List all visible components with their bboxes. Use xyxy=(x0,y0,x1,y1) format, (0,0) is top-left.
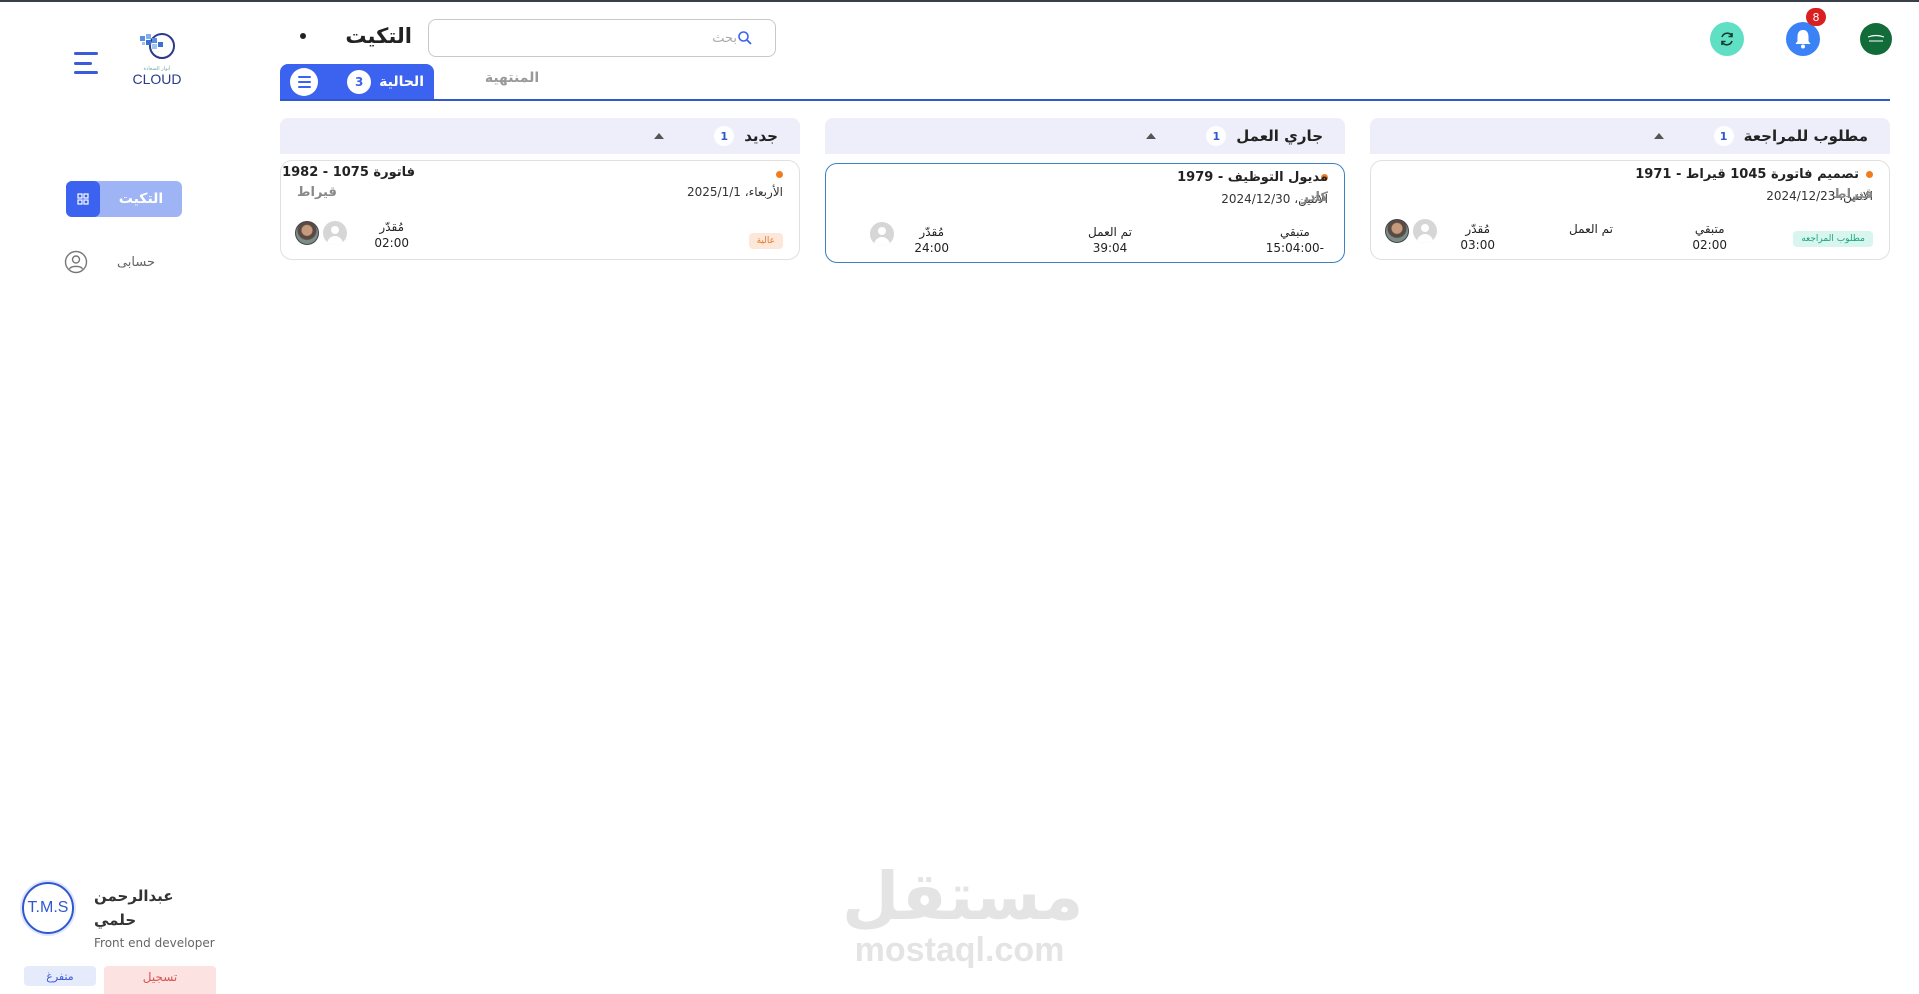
language-flag-icon[interactable] xyxy=(1860,23,1892,55)
menu-toggle-icon[interactable] xyxy=(74,52,100,74)
ticket-project: قيراط xyxy=(297,185,337,200)
remaining-label: متبقي xyxy=(1280,225,1310,239)
column-header[interactable]: جاري العمل 1 xyxy=(825,118,1345,154)
logo-text: CLOUD xyxy=(132,71,182,87)
column-review: مطلوب للمراجعة 1 تصميم فاتورة 1045 قيراط… xyxy=(1370,118,1890,260)
caret-up-icon[interactable] xyxy=(1653,133,1664,139)
tab-count-badge: 3 xyxy=(347,70,372,94)
column-header[interactable]: مطلوب للمراجعة 1 xyxy=(1370,118,1890,154)
column-in-progress: جاري العمل 1 مديول التوظيف - 1979 الاثني… xyxy=(825,118,1345,263)
watermark-arabic: مستقل xyxy=(842,858,1084,935)
status-badge[interactable]: متفرغ xyxy=(24,966,96,986)
remaining-value: -15:04:00 xyxy=(1265,241,1324,255)
ticket-project: قيراط xyxy=(1833,187,1873,202)
title-dot xyxy=(300,33,306,39)
worked-time: تم العمل xyxy=(1569,221,1613,237)
caret-up-icon[interactable] xyxy=(1146,133,1157,139)
estimated-value: 24:00 xyxy=(914,241,949,255)
cloud-logo-icon xyxy=(140,33,175,59)
worked-value: 39:04 xyxy=(1092,241,1128,255)
remaining-time: متبقي -15:04:00 xyxy=(1266,224,1324,256)
column-name: مطلوب للمراجعة xyxy=(1743,127,1868,145)
estimated-time: مُقدّر 24:00 xyxy=(914,224,949,256)
sidebar-item-account[interactable]: حسابى xyxy=(64,250,184,274)
ticket-title: مديول التوظيف - 1979 xyxy=(1177,170,1328,185)
user-profile: T.M.S عبدالرحمن حلمي Front end developer xyxy=(22,882,252,950)
tab-current[interactable]: الحالية 3 xyxy=(280,64,434,100)
tabs-underline xyxy=(280,99,1890,101)
remaining-label: متبقي xyxy=(1694,222,1725,236)
ticket-card[interactable]: مديول التوظيف - 1979 الاثنين، 2024/12/30… xyxy=(825,163,1345,263)
tab-finished[interactable]: المنتهية xyxy=(470,70,554,94)
column-count-badge: 1 xyxy=(1713,126,1734,146)
app-logo[interactable]: أنوار السعادة CLOUD xyxy=(130,30,184,88)
top-border xyxy=(0,0,1919,2)
user-role: Front end developer xyxy=(94,936,215,950)
column-header[interactable]: جديد 1 xyxy=(280,118,800,154)
sidebar: أنوار السعادة CLOUD التكيت حسابى T.M.S ع… xyxy=(0,2,270,994)
log-button[interactable]: تسجيل xyxy=(104,966,216,994)
caret-up-icon[interactable] xyxy=(654,133,665,139)
assignees xyxy=(870,222,894,246)
worked-time: تم العمل 39:04 xyxy=(1088,224,1132,256)
avatar[interactable]: T.M.S xyxy=(22,882,74,934)
page-title: التكيت xyxy=(300,20,412,52)
search-box xyxy=(428,19,776,57)
status-badge: مطلوب المراجعه xyxy=(1793,231,1873,247)
user-name: عبدالرحمن حلمي xyxy=(94,887,174,929)
sidebar-item-label: التكيت xyxy=(118,191,164,207)
assignees xyxy=(1385,219,1437,243)
ticket-title: فاتورة 1075 - 1982 xyxy=(282,165,415,180)
avatar-placeholder-icon[interactable] xyxy=(1413,219,1437,243)
user-circle-icon xyxy=(64,250,88,274)
sidebar-item-tickets[interactable]: التكيت xyxy=(66,181,182,217)
avatar-placeholder-icon[interactable] xyxy=(870,222,894,246)
assignees xyxy=(295,221,347,245)
watermark-url: mostaql.com xyxy=(854,931,1065,969)
estimated-label: مُقدّر xyxy=(379,220,404,234)
remaining-value: 02:00 xyxy=(1692,238,1727,252)
watermark: مستقل mostaql.com xyxy=(842,858,1084,969)
notifications-button[interactable] xyxy=(1786,22,1820,56)
avatar-placeholder-icon[interactable] xyxy=(323,221,347,245)
ticket-card[interactable]: تصميم فاتورة 1045 قيراط - 1971 الاثنين، … xyxy=(1370,160,1890,260)
search-icon[interactable] xyxy=(737,30,753,46)
ticket-card[interactable]: فاتورة 1075 - 1982 الأربعاء، 2025/1/1 قي… xyxy=(280,160,800,260)
worked-label: تم العمل xyxy=(1088,225,1132,239)
estimated-value: 03:00 xyxy=(1460,238,1495,252)
column-new: جديد 1 فاتورة 1075 - 1982 الأربعاء، 2025… xyxy=(280,118,800,260)
tab-label: الحالية xyxy=(379,74,424,90)
worked-label: تم العمل xyxy=(1569,222,1613,236)
sidebar-item-label: حسابى xyxy=(116,254,156,270)
search-input[interactable] xyxy=(441,30,737,46)
estimated-time: مُقدّر 02:00 xyxy=(374,219,409,251)
avatar[interactable] xyxy=(295,221,319,245)
column-count-badge: 1 xyxy=(714,126,735,146)
ticket-title: تصميم فاتورة 1045 قيراط - 1971 xyxy=(1635,167,1859,182)
priority-badge: عالية xyxy=(748,233,783,249)
refresh-icon xyxy=(1721,32,1733,46)
notifications-count-badge: 8 xyxy=(1806,8,1826,26)
priority-dot xyxy=(776,171,783,178)
bell-icon xyxy=(1795,30,1811,49)
priority-dot xyxy=(1866,171,1873,178)
estimated-label: مُقدّر xyxy=(919,225,944,239)
list-icon[interactable] xyxy=(290,68,318,96)
column-count-badge: 1 xyxy=(1206,126,1227,146)
refresh-button[interactable] xyxy=(1710,22,1744,56)
remaining-time: متبقي 02:00 xyxy=(1692,221,1727,253)
ticket-date: الأربعاء، 2025/1/1 xyxy=(687,185,783,199)
page-title-text: التكيت xyxy=(345,24,412,48)
estimated-time: مُقدّر 03:00 xyxy=(1460,221,1495,253)
avatar[interactable] xyxy=(1385,219,1409,243)
grid-icon xyxy=(66,181,100,217)
estimated-value: 02:00 xyxy=(374,236,409,250)
column-name: جاري العمل xyxy=(1236,127,1323,145)
column-name: جديد xyxy=(744,127,778,145)
ticket-project: كادر xyxy=(1301,190,1328,205)
estimated-label: مُقدّر xyxy=(1465,222,1490,236)
